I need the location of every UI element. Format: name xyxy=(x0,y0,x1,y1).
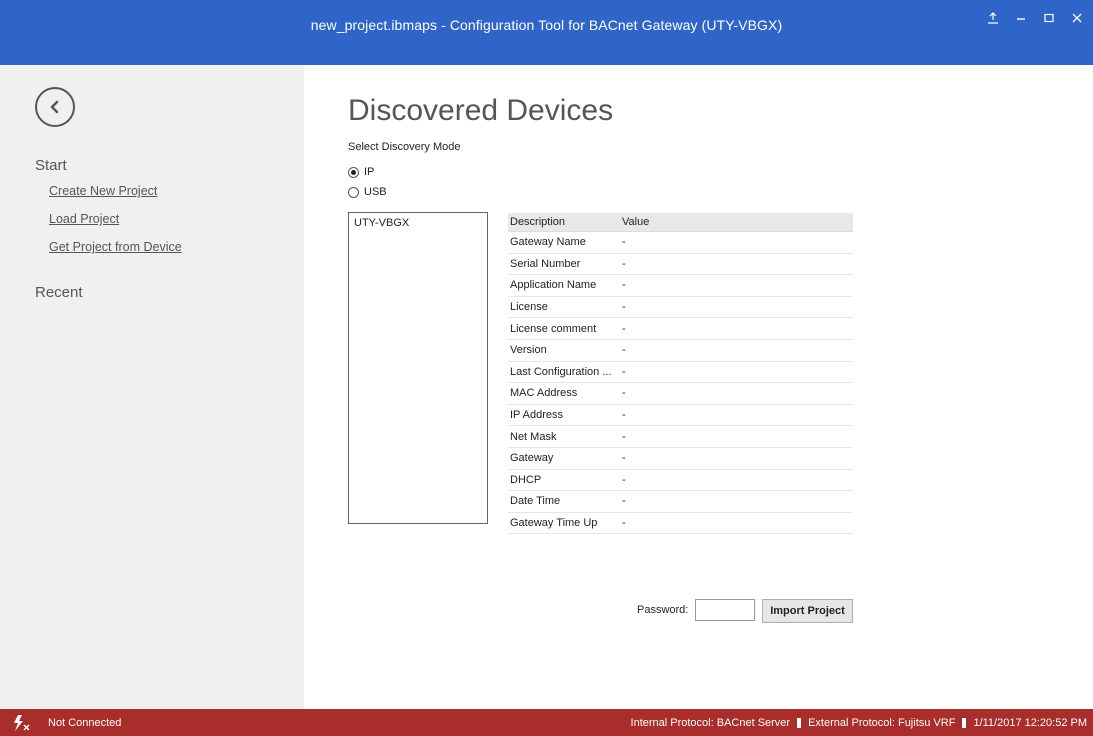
row-description: License xyxy=(510,301,548,314)
row-description: IP Address xyxy=(510,409,563,422)
sidebar: Start Create New Project Load Project Ge… xyxy=(0,65,304,709)
table-header: Description Value xyxy=(508,213,853,232)
title-bar: new_project.ibmaps - Configuration Tool … xyxy=(0,0,1093,65)
row-value: - xyxy=(622,430,626,443)
radio-ip-label: IP xyxy=(364,166,375,178)
row-description: License comment xyxy=(510,322,597,335)
maximize-icon[interactable] xyxy=(1041,10,1057,26)
row-value: - xyxy=(622,301,626,314)
upload-icon[interactable] xyxy=(985,10,1001,26)
row-value: - xyxy=(622,452,626,465)
radio-usb-label: USB xyxy=(364,186,387,198)
radio-usb[interactable]: USB xyxy=(348,186,387,198)
row-value: - xyxy=(622,344,626,357)
table-row: Date Time - xyxy=(508,491,853,513)
window-title: new_project.ibmaps - Configuration Tool … xyxy=(310,17,783,33)
table-row: Gateway - xyxy=(508,448,853,470)
external-protocol: External Protocol: Fujitsu VRF xyxy=(808,717,956,729)
separator xyxy=(797,718,802,728)
header-description[interactable]: Description xyxy=(508,216,618,228)
radio-ip-indicator[interactable] xyxy=(348,166,359,178)
row-description: Net Mask xyxy=(510,430,557,443)
table-row: License comment - xyxy=(508,318,853,340)
row-description: Gateway Time Up xyxy=(510,517,598,530)
row-value: - xyxy=(622,257,626,270)
row-value: - xyxy=(622,387,626,400)
row-value: - xyxy=(622,517,626,530)
chevron-left-icon xyxy=(50,100,59,114)
internal-protocol: Internal Protocol: BACnet Server xyxy=(630,717,791,729)
import-project-button[interactable]: Import Project xyxy=(762,599,853,623)
close-icon[interactable] xyxy=(1069,10,1085,26)
password-input[interactable] xyxy=(695,599,755,621)
row-value: - xyxy=(622,279,626,292)
row-description: Last Configuration ... xyxy=(510,365,612,378)
row-description: MAC Address xyxy=(510,387,578,400)
row-description: DHCP xyxy=(510,473,542,486)
table-row: IP Address - xyxy=(508,405,853,427)
start-heading: Start xyxy=(35,157,67,174)
device-item[interactable]: UTY-VBGX xyxy=(349,213,487,233)
disconnected-icon xyxy=(12,715,32,734)
table-row: License - xyxy=(508,297,853,319)
table-row: Net Mask - xyxy=(508,426,853,448)
row-description: Version xyxy=(510,344,547,357)
row-description: Gateway Name xyxy=(510,236,586,249)
load-project-link[interactable]: Load Project xyxy=(49,212,119,226)
radio-usb-indicator[interactable] xyxy=(348,186,359,198)
row-value: - xyxy=(622,236,626,249)
header-value[interactable]: Value xyxy=(618,216,649,228)
recent-heading: Recent xyxy=(35,284,83,301)
page-title: Discovered Devices xyxy=(348,94,614,127)
table-row: Gateway Name - xyxy=(508,232,853,254)
status-right: Internal Protocol: BACnet Server Externa… xyxy=(631,717,1087,729)
row-value: - xyxy=(622,409,626,422)
back-button[interactable] xyxy=(35,87,75,127)
get-project-from-device-link[interactable]: Get Project from Device xyxy=(49,240,182,254)
device-list[interactable]: UTY-VBGX xyxy=(348,212,488,524)
row-value: - xyxy=(622,365,626,378)
row-value: - xyxy=(622,495,626,508)
status-datetime: 1/11/2017 12:20:52 PM xyxy=(973,717,1087,729)
row-description: Gateway xyxy=(510,452,554,465)
row-value: - xyxy=(622,473,626,486)
row-description: Serial Number xyxy=(510,257,581,270)
window-controls xyxy=(985,10,1085,26)
row-value: - xyxy=(622,322,626,335)
connection-status: Not Connected xyxy=(48,717,122,729)
create-new-project-link[interactable]: Create New Project xyxy=(49,184,157,198)
row-description: Application Name xyxy=(510,279,597,292)
minimize-icon[interactable] xyxy=(1013,10,1029,26)
password-label: Password: xyxy=(637,604,689,616)
discovery-mode-label: Select Discovery Mode xyxy=(348,141,461,153)
table-row: Last Configuration ... - xyxy=(508,362,853,384)
table-row: DHCP - xyxy=(508,470,853,492)
radio-ip[interactable]: IP xyxy=(348,166,374,178)
table-row: Version - xyxy=(508,340,853,362)
row-description: Date Time xyxy=(510,495,561,508)
table-row: Gateway Time Up - xyxy=(508,513,853,535)
table-row: MAC Address - xyxy=(508,383,853,405)
device-properties-table: Description Value Gateway Name - Serial … xyxy=(508,213,853,535)
table-row: Application Name - xyxy=(508,275,853,297)
table-row: Serial Number - xyxy=(508,254,853,276)
status-bar: Not Connected Internal Protocol: BACnet … xyxy=(0,709,1093,736)
separator xyxy=(962,718,967,728)
